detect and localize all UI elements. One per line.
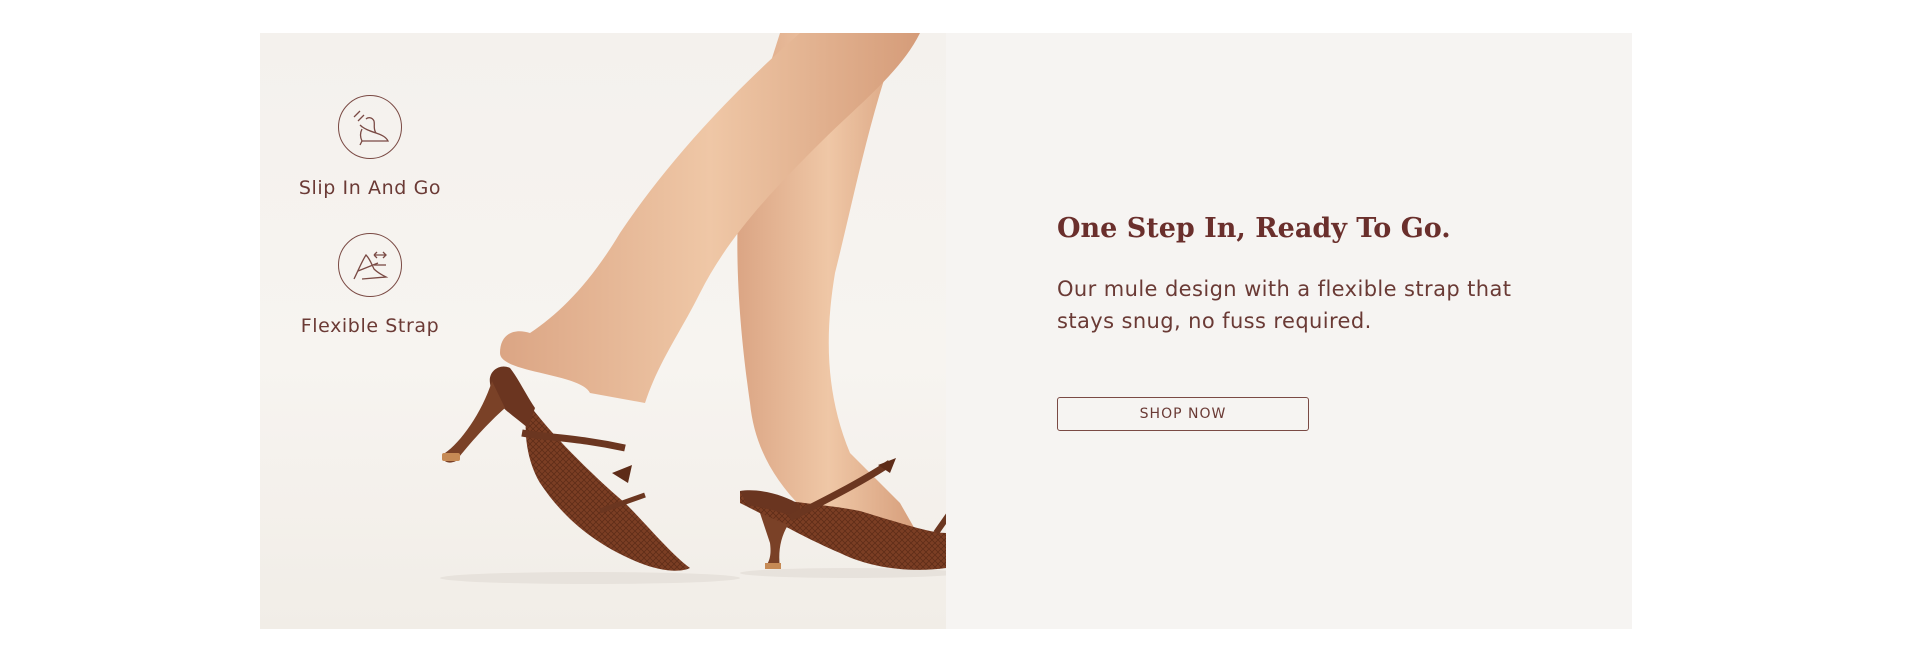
feature-flexible-strap: Flexible Strap <box>290 233 450 337</box>
promo-copy-panel: One Step In, Ready To Go. Our mule desig… <box>946 33 1632 629</box>
promo-banner: Slip In And Go Flexible Strap One Step I… <box>260 33 1632 629</box>
feature-icon-ring <box>338 95 402 159</box>
promo-description: Our mule design with a flexible strap th… <box>1057 277 1512 333</box>
slip-in-heel-icon <box>353 110 390 146</box>
feature-icon-ring <box>338 233 402 297</box>
feature-label: Flexible Strap <box>300 315 440 337</box>
shop-now-button[interactable]: SHOP NOW <box>1057 397 1309 431</box>
feature-label: Slip In And Go <box>298 177 442 199</box>
product-photo: Slip In And Go Flexible Strap <box>260 33 946 629</box>
feature-slip-in: Slip In And Go <box>290 95 450 199</box>
flexible-strap-icon <box>353 251 389 280</box>
promo-headline: One Step In, Ready To Go. <box>1057 213 1451 244</box>
